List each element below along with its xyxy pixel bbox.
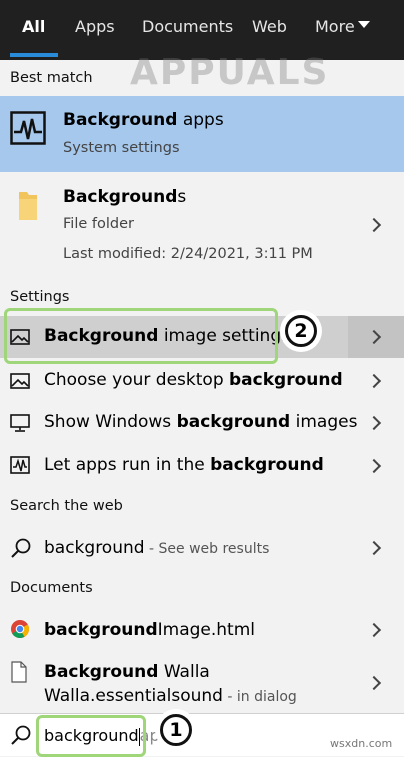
settings-item-label: Show Windows background images [44, 412, 358, 432]
tab-all[interactable]: All [22, 0, 45, 56]
caret-down-icon[interactable] [358, 21, 370, 28]
chevron-right-icon[interactable] [366, 217, 382, 233]
watermark-logo: APPUALS [130, 52, 330, 93]
annotation-highlight-box [4, 308, 278, 364]
settings-item-show-windows-background[interactable]: Show Windows background images [0, 402, 404, 444]
annotation-step-1: 1 [160, 714, 192, 746]
chevron-right-icon[interactable] [366, 415, 382, 431]
site-watermark: wsxdn.com [330, 737, 393, 750]
document-title-line1: Background Walla [44, 662, 210, 682]
filter-tab-bar: All Apps Documents Web More [0, 0, 404, 60]
tab-web[interactable]: Web [252, 0, 287, 56]
chevron-right-icon[interactable] [366, 540, 382, 556]
document-result-html[interactable]: backgroundImage.html [0, 608, 404, 652]
activity-monitor-icon [10, 111, 46, 145]
settings-item-desktop-background[interactable]: Choose your desktop background [0, 360, 404, 402]
section-documents: Documents [10, 580, 93, 596]
folder-type: File folder [63, 216, 134, 232]
active-tab-indicator [10, 53, 58, 57]
settings-item-label: Let apps run in the background [44, 455, 324, 475]
section-search-web: Search the web [10, 498, 123, 514]
activity-icon [10, 456, 30, 474]
chevron-right-icon [366, 329, 382, 345]
annotation-search-box [36, 715, 146, 757]
folder-result[interactable]: Backgrounds File folder Last modified: 2… [0, 174, 404, 278]
web-search-result[interactable]: background - See web results [0, 526, 404, 570]
settings-item-label: Choose your desktop background [44, 370, 343, 390]
document-title-line2: Walla.essentialsound - in dialog [44, 686, 297, 706]
chevron-right-icon[interactable] [366, 675, 382, 691]
settings-item-expand-button[interactable] [348, 316, 404, 358]
web-query: background - See web results [44, 538, 270, 558]
annotation-step-2: 2 [285, 315, 317, 347]
section-best-match: Best match [10, 70, 93, 86]
search-icon [11, 538, 31, 558]
section-settings: Settings [10, 289, 70, 305]
folder-icon [19, 192, 37, 220]
folder-title: Backgrounds [63, 187, 187, 207]
document-result-essentialsound[interactable]: Background Walla Walla.essentialsound - … [0, 654, 404, 710]
chevron-right-icon[interactable] [366, 622, 382, 638]
document-title: backgroundImage.html [44, 620, 256, 640]
folder-modified: Last modified: 2/24/2021, 3:11 PM [63, 246, 313, 262]
tab-documents[interactable]: Documents [142, 0, 233, 56]
file-icon [11, 661, 27, 683]
best-match-subtitle: System settings [63, 140, 180, 156]
tab-more[interactable]: More [315, 0, 355, 56]
tab-apps[interactable]: Apps [75, 0, 115, 56]
best-match-title: Background apps [63, 110, 224, 130]
image-icon [10, 373, 30, 389]
monitor-icon [10, 414, 30, 432]
chrome-icon [11, 620, 30, 639]
chevron-right-icon[interactable] [366, 373, 382, 389]
best-match-result[interactable]: Background apps System settings [0, 96, 404, 172]
settings-item-apps-background[interactable]: Let apps run in the background [0, 444, 404, 486]
search-icon [11, 725, 31, 745]
chevron-right-icon[interactable] [366, 458, 382, 474]
